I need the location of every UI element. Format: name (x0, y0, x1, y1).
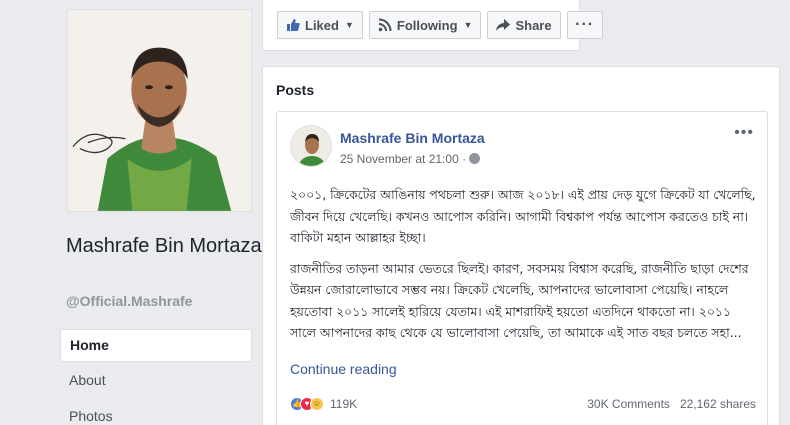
post-stats: 👍 ♥ ☺ 119K 30K Comments 22,162 shares (290, 394, 756, 414)
share-label: Share (515, 17, 552, 33)
post-engagement: 30K Comments 22,162 shares (587, 397, 756, 411)
chevron-down-icon: ▼ (463, 20, 473, 30)
post-date-text: 25 November at 21:00 · (340, 152, 467, 166)
following-label: Following (396, 17, 458, 33)
post-card: Mashrafe Bin Mortaza 25 November at 21:0… (276, 111, 768, 425)
more-options-button[interactable]: ··· (566, 11, 603, 39)
post-options-button[interactable]: ••• (734, 124, 754, 142)
share-count[interactable]: 22,162 shares (680, 397, 756, 411)
post-author-name[interactable]: Mashrafe Bin Mortaza (340, 130, 485, 146)
profile-portrait-image (68, 10, 251, 211)
avatar-portrait-image (291, 126, 331, 166)
nav-item-photos[interactable]: Photos (60, 401, 252, 425)
liked-label: Liked (305, 17, 339, 33)
page-action-bar: Liked ▼ Following ▼ Share ··· (262, 0, 603, 51)
page-nav: Home About Photos (60, 329, 252, 425)
profile-picture[interactable] (67, 9, 252, 212)
following-button[interactable]: Following ▼ (368, 11, 482, 39)
post-body: ২০০১, ক্রিকেটের আঙিনায় পথচলা শুরু। আজ ২… (290, 184, 756, 353)
page-username[interactable]: @Official.Mashrafe (66, 293, 192, 309)
share-arrow-icon (496, 19, 511, 31)
haha-reaction-icon[interactable]: ☺ (310, 397, 324, 411)
thumbs-up-icon (287, 19, 300, 31)
nav-item-home[interactable]: Home (60, 329, 252, 362)
page-name-text: Mashrafe Bin Mortaza (66, 235, 262, 257)
post-author-avatar[interactable] (290, 125, 332, 167)
globe-icon (469, 153, 481, 164)
rss-icon (378, 18, 392, 32)
posts-panel: Posts Mashrafe Bin Mortaza 25 November a… (262, 66, 780, 425)
page-name[interactable]: Mashrafe Bin Mortaza✓ (66, 232, 284, 261)
share-button[interactable]: Share (487, 11, 561, 39)
post-paragraph: ২০০১, ক্রিকেটের আঙিনায় পথচলা শুরু। আজ ২… (290, 187, 756, 245)
more-dots-icon: ··· (575, 16, 595, 33)
liked-button[interactable]: Liked ▼ (277, 11, 363, 39)
continue-reading-link[interactable]: Continue reading (290, 361, 397, 377)
post-paragraph: রাজনীতির তাড়না আমার ভেতরে ছিলই। কারণ, স… (290, 260, 749, 341)
post-timestamp[interactable]: 25 November at 21:00 · (340, 152, 481, 166)
posts-heading: Posts (276, 82, 315, 98)
reaction-count[interactable]: 119K (330, 397, 357, 411)
nav-item-about[interactable]: About (60, 365, 252, 398)
comment-count[interactable]: 30K Comments (587, 397, 670, 411)
chevron-down-icon: ▼ (344, 20, 354, 30)
